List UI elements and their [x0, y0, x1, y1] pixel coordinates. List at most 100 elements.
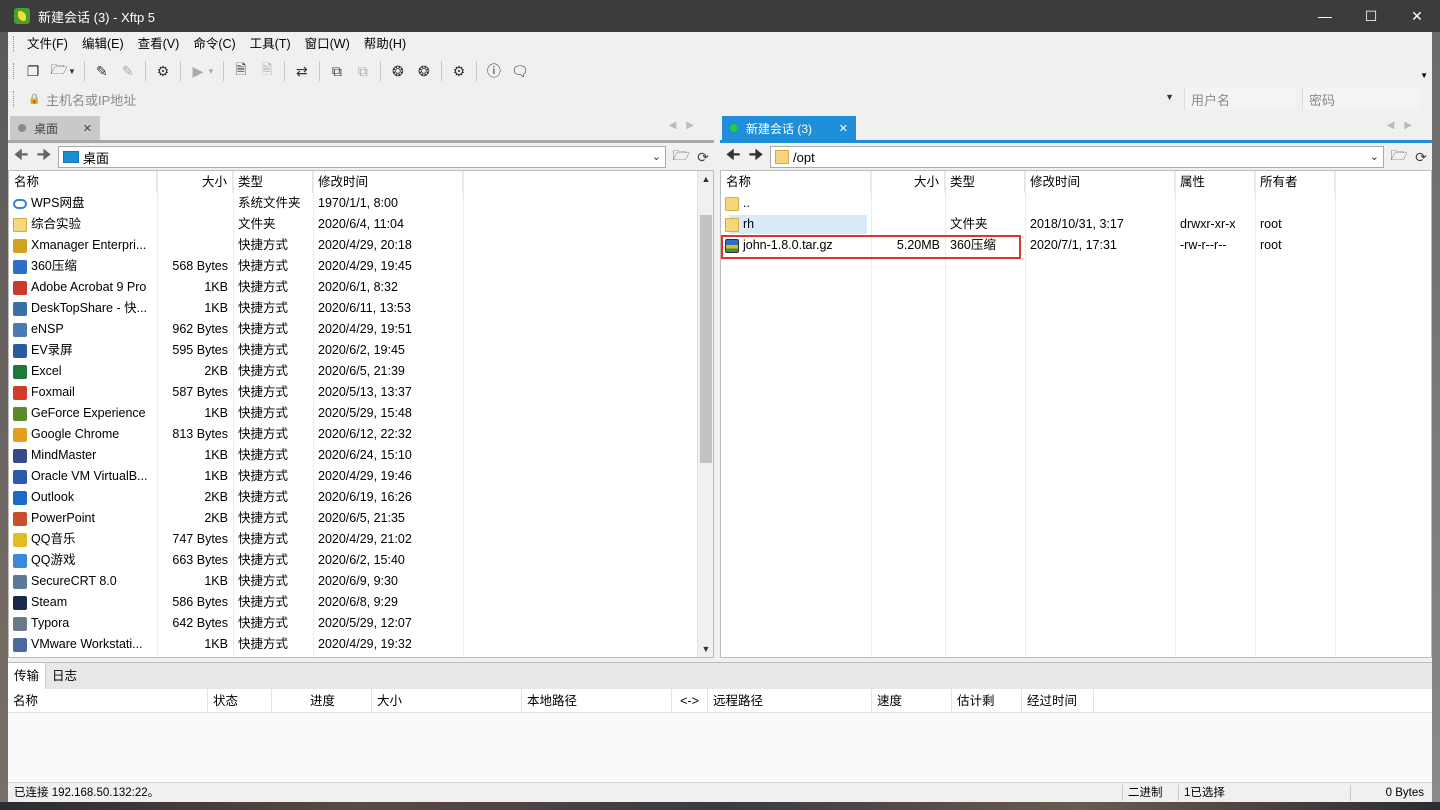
maximize-button[interactable]: ☐: [1348, 0, 1394, 32]
menubar-grip[interactable]: [13, 36, 16, 52]
addressbar-grip[interactable]: [13, 91, 16, 107]
forward-arrow-icon[interactable]: 🠊: [746, 144, 766, 171]
scroll-up-icon[interactable]: ▲: [698, 171, 713, 187]
remote-file-list[interactable]: 名称 ⌃ 大小 类型 修改时间 属性 所有者 .. rh 文件夹 2018/10/31…: [720, 170, 1432, 658]
refresh-icon[interactable]: ⟳: [692, 149, 714, 166]
transfer-start-icon[interactable]: ▶: [187, 60, 209, 82]
menu-file[interactable]: 文件(F): [20, 32, 75, 56]
col-attr-header[interactable]: 属性: [1175, 171, 1255, 193]
path-dropdown-icon[interactable]: ⌄: [1370, 150, 1379, 163]
tab-session[interactable]: 新建会话 (3) ✕: [722, 116, 856, 140]
col-size-header[interactable]: 大小: [871, 171, 945, 193]
file-row[interactable]: Foxmail 587 Bytes 快捷方式 2020/5/13, 13:37: [9, 382, 713, 403]
menu-edit[interactable]: 编辑(E): [75, 32, 131, 56]
copy-icon[interactable]: ⧉: [326, 60, 348, 82]
menu-tools[interactable]: 工具(T): [243, 32, 298, 56]
minimize-button[interactable]: —: [1302, 0, 1348, 32]
col-local-path-header[interactable]: 本地路径: [522, 689, 672, 713]
local-scrollbar[interactable]: ▲ ▼: [697, 171, 713, 657]
scroll-down-icon[interactable]: ▼: [698, 641, 713, 657]
back-arrow-icon[interactable]: 🠈: [11, 144, 31, 171]
file-row[interactable]: Outlook 2KB 快捷方式 2020/6/19, 16:26: [9, 487, 713, 508]
col-remote-path-header[interactable]: 远程路径: [708, 689, 872, 713]
file-row[interactable]: MindMaster 1KB 快捷方式 2020/6/24, 15:10: [9, 445, 713, 466]
transfer-queue[interactable]: [8, 713, 1432, 783]
file-row[interactable]: rh 文件夹 2018/10/31, 3:17 drwxr-xr-x root: [721, 214, 1431, 235]
col-type-header[interactable]: 类型: [233, 171, 313, 193]
menu-help[interactable]: 帮助(H): [357, 32, 413, 56]
col-speed-header[interactable]: 速度: [872, 689, 952, 713]
tab-log[interactable]: 日志: [46, 663, 83, 689]
file-row[interactable]: Steam 586 Bytes 快捷方式 2020/6/8, 9:29: [9, 592, 713, 613]
feedback-icon[interactable]: 🗨: [509, 60, 531, 82]
col-size-header[interactable]: 大小: [372, 689, 522, 713]
close-tab-icon[interactable]: ✕: [839, 122, 848, 135]
connect-icon[interactable]: ✎: [91, 60, 113, 82]
col-name-header[interactable]: 名称: [8, 689, 208, 713]
file-row[interactable]: WPS网盘 系统文件夹 1970/1/1, 8:00: [9, 193, 713, 214]
file-row[interactable]: DeskTopShare - 快... 1KB 快捷方式 2020/6/11, 13:…: [9, 298, 713, 319]
password-input[interactable]: 密码: [1302, 88, 1420, 110]
parent-folder-icon[interactable]: 🗁: [1388, 145, 1410, 169]
sync-icon[interactable]: ⇄: [291, 60, 313, 82]
close-button[interactable]: ✕: [1394, 0, 1440, 32]
file-row[interactable]: QQ游戏 663 Bytes 快捷方式 2020/6/2, 15:40: [9, 550, 713, 571]
col-elapsed-header[interactable]: 经过时间: [1022, 689, 1094, 713]
transfer-dropdown-icon[interactable]: ▼: [207, 67, 215, 76]
parent-folder-icon[interactable]: 🗁: [670, 145, 692, 169]
col-type-header[interactable]: 类型: [945, 171, 1025, 193]
host-input[interactable]: 🔒 主机名或IP地址 ▼: [20, 88, 1178, 110]
disconnect-icon[interactable]: ✎: [117, 60, 139, 82]
local-file-list[interactable]: 名称 ⌃ 大小 类型 修改时间 WPS网盘 系统文件夹 1970/1/1, 8:00…: [8, 170, 714, 658]
file-row[interactable]: PowerPoint 2KB 快捷方式 2020/6/5, 21:35: [9, 508, 713, 529]
host-dropdown-icon[interactable]: ▼: [1165, 92, 1174, 102]
back-arrow-icon[interactable]: 🠈: [723, 144, 743, 171]
session-properties-icon[interactable]: ⚙: [152, 60, 174, 82]
open-dropdown-icon[interactable]: ▼: [68, 67, 76, 76]
file-row[interactable]: Typora 642 Bytes 快捷方式 2020/5/29, 12:07: [9, 613, 713, 634]
file-row[interactable]: Oracle VM VirtualB... 1KB 快捷方式 2020/4/29, 1…: [9, 466, 713, 487]
xmanager-icon[interactable]: ❂: [413, 60, 435, 82]
file-row[interactable]: Excel 2KB 快捷方式 2020/6/5, 21:39: [9, 361, 713, 382]
tab-scroll-arrows-icon[interactable]: ◀▶: [669, 120, 704, 131]
toolbar-overflow-icon[interactable]: ▼: [1420, 71, 1428, 80]
col-mtime-header[interactable]: 修改时间: [313, 171, 463, 193]
col-owner-header[interactable]: 所有者: [1255, 171, 1335, 193]
file-row[interactable]: eNSP 962 Bytes 快捷方式 2020/4/29, 19:51: [9, 319, 713, 340]
local-path-combo[interactable]: 桌面 ⌄: [58, 146, 666, 168]
open-folder-icon[interactable]: 🗁: [48, 60, 70, 82]
forward-arrow-icon[interactable]: 🠊: [34, 144, 54, 171]
menu-command[interactable]: 命令(C): [186, 32, 242, 56]
delete-file-icon[interactable]: 🗎: [256, 60, 278, 82]
file-row[interactable]: ..: [721, 193, 1431, 214]
col-mtime-header[interactable]: 修改时间: [1025, 171, 1175, 193]
col-size-header[interactable]: 大小: [157, 171, 233, 193]
file-row[interactable]: QQ音乐 747 Bytes 快捷方式 2020/4/29, 21:02: [9, 529, 713, 550]
tab-transfer[interactable]: 传输: [8, 663, 47, 689]
refresh-icon[interactable]: ⟳: [1410, 149, 1432, 166]
path-dropdown-icon[interactable]: ⌄: [652, 150, 661, 163]
file-row[interactable]: VMware Workstati... 1KB 快捷方式 2020/4/29, 19:…: [9, 634, 713, 655]
toolbar-grip[interactable]: [13, 63, 16, 79]
menu-view[interactable]: 查看(V): [131, 32, 187, 56]
close-tab-icon[interactable]: ✕: [83, 122, 92, 135]
col-direction-header[interactable]: <->: [672, 689, 708, 713]
username-input[interactable]: 用户名: [1184, 88, 1296, 110]
tab-scroll-arrows-icon[interactable]: ◀▶: [1387, 120, 1422, 131]
help-icon[interactable]: ⓘ: [483, 60, 505, 82]
file-row[interactable]: Google Chrome 813 Bytes 快捷方式 2020/6/12, 22:…: [9, 424, 713, 445]
file-row[interactable]: 360压缩 568 Bytes 快捷方式 2020/4/29, 19:45: [9, 256, 713, 277]
new-session-icon[interactable]: ❐: [22, 60, 44, 82]
file-row[interactable]: Xmanager Enterpri... 快捷方式 2020/4/29, 20:18: [9, 235, 713, 256]
menu-window[interactable]: 窗口(W): [298, 32, 357, 56]
paste-icon[interactable]: ⧉: [352, 60, 374, 82]
options-gear-icon[interactable]: ⚙: [448, 60, 470, 82]
file-row[interactable]: Adobe Acrobat 9 Pro 1KB 快捷方式 2020/6/1, 8:32: [9, 277, 713, 298]
tab-desktop[interactable]: 桌面 ✕: [10, 116, 100, 140]
file-row[interactable]: EV录屏 595 Bytes 快捷方式 2020/6/2, 19:45: [9, 340, 713, 361]
file-row[interactable]: SecureCRT 8.0 1KB 快捷方式 2020/6/9, 9:30: [9, 571, 713, 592]
remote-path-combo[interactable]: /opt ⌄: [770, 146, 1384, 168]
xshell-icon[interactable]: ❂: [387, 60, 409, 82]
new-file-icon[interactable]: 🗎: [230, 60, 252, 82]
file-row[interactable]: john-1.8.0.tar.gz 5.20MB 360压缩 2020/7/1, 17…: [721, 235, 1431, 256]
